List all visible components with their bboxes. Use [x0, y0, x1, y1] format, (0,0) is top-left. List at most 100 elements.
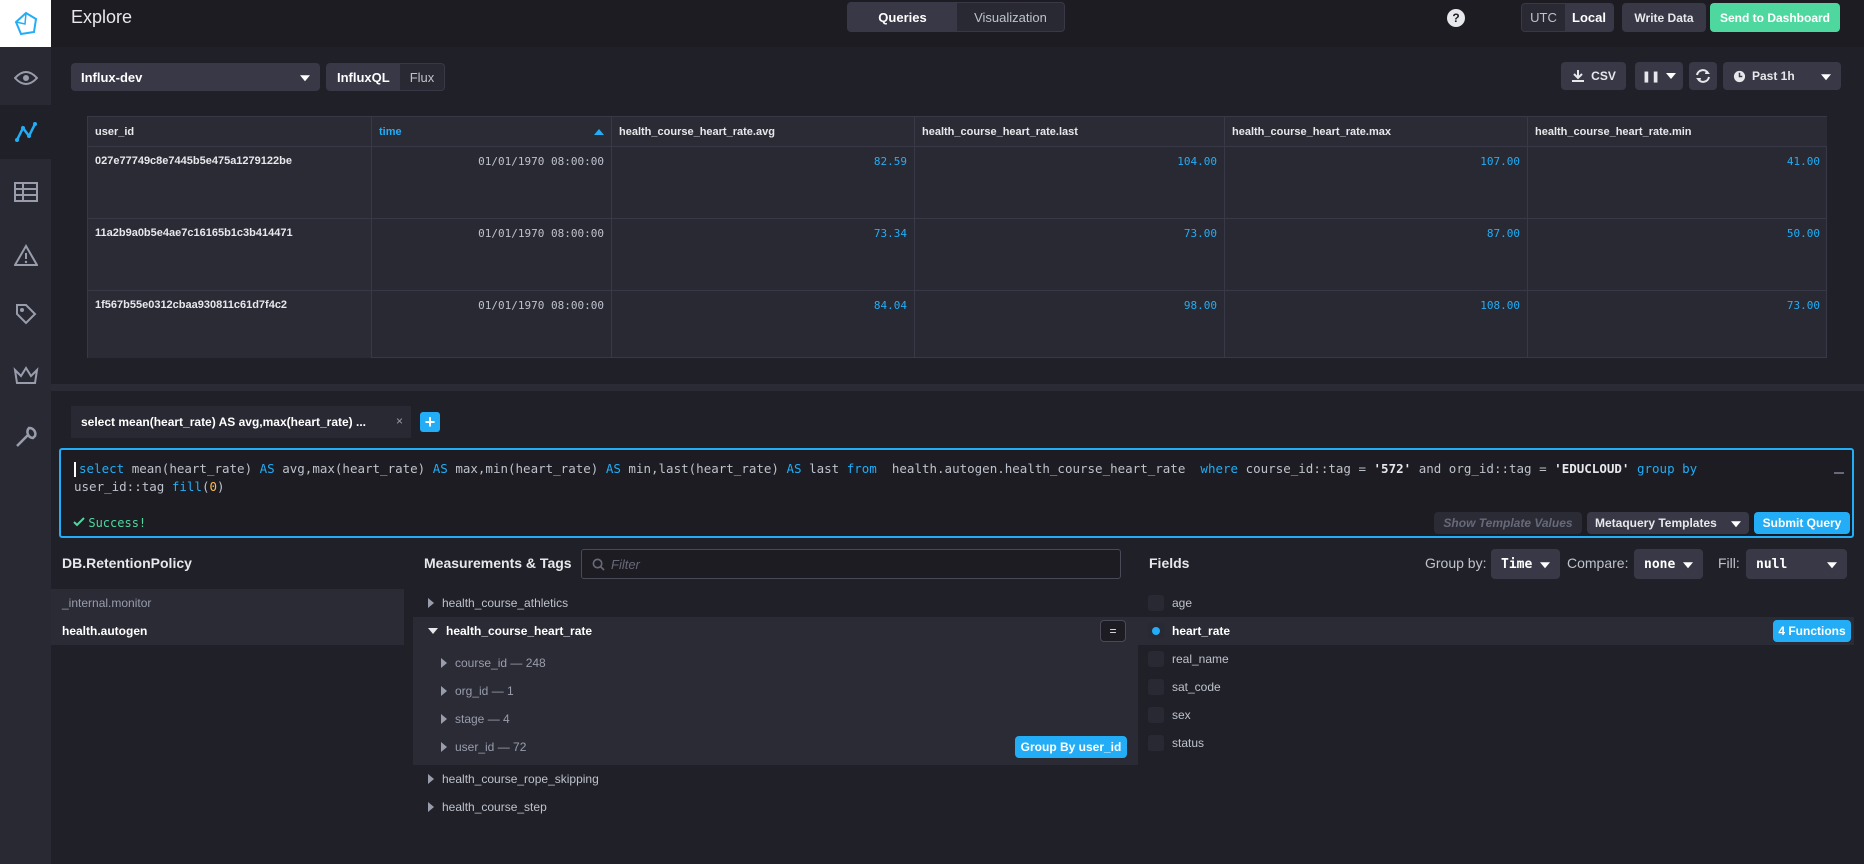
show-template-values-button[interactable]: Show Template Values — [1434, 512, 1582, 534]
checkbox-checked-icon[interactable] — [1148, 623, 1164, 639]
logo-icon[interactable] — [0, 0, 51, 47]
chevron-right-icon — [428, 802, 434, 812]
field-label: real_name — [1172, 652, 1229, 666]
query-editor[interactable]: select mean(heart_rate) AS avg,max(heart… — [59, 448, 1854, 538]
code-text: ) — [217, 479, 225, 494]
measurement-item[interactable]: health_course_athletics — [428, 589, 1138, 617]
column-header-min[interactable]: health_course_heart_rate.min — [1528, 117, 1827, 147]
metaquery-templates-select[interactable]: Metaquery Templates — [1587, 512, 1749, 534]
group-by-label: Group by: — [1425, 555, 1487, 571]
group-by-value: Time — [1501, 556, 1533, 572]
database-select[interactable]: Influx-dev — [71, 63, 320, 91]
lang-influxql[interactable]: InfluxQL — [327, 64, 400, 90]
column-header-max[interactable]: health_course_heart_rate.max — [1225, 117, 1528, 147]
measurement-label: health_course_rope_skipping — [442, 772, 599, 786]
field-item[interactable]: sex — [1148, 701, 1191, 729]
tag-key-item[interactable]: org_id — 1 — [441, 677, 514, 705]
measurements-panel-title: Measurements & Tags — [424, 555, 572, 571]
alert-icon[interactable] — [0, 228, 51, 282]
measurements-filter[interactable] — [581, 549, 1121, 579]
chevron-right-icon — [428, 774, 434, 784]
measurement-item-expanded[interactable]: health_course_heart_rate — [428, 617, 1128, 645]
page-title: Explore — [71, 7, 133, 27]
query-tab[interactable]: select mean(heart_rate) AS avg,max(heart… — [71, 406, 411, 438]
tag-key-item[interactable]: user_id — 72 — [441, 733, 526, 761]
collapse-icon[interactable] — [1834, 472, 1844, 474]
data-explorer-icon[interactable] — [0, 105, 51, 159]
table-cell-avg: 84.04 — [612, 291, 915, 358]
filter-input[interactable] — [611, 556, 1091, 572]
tz-local[interactable]: Local — [1565, 4, 1613, 31]
panel-resize-handle[interactable] — [51, 384, 1864, 391]
equals-filter-button[interactable]: = — [1100, 620, 1126, 642]
submit-query-button[interactable]: Submit Query — [1754, 512, 1850, 534]
group-by-user-id-button[interactable]: Group By user_id — [1015, 736, 1127, 758]
refresh-icon — [1696, 69, 1710, 83]
query-status-text: Success! — [88, 516, 147, 530]
tab-visualization[interactable]: Visualization — [957, 3, 1064, 31]
close-icon[interactable]: × — [396, 414, 403, 428]
field-item[interactable]: sat_code — [1148, 673, 1221, 701]
measurement-item[interactable]: health_course_rope_skipping — [428, 765, 599, 793]
fill-label: Fill: — [1718, 555, 1740, 571]
tag-key-item[interactable]: course_id — 248 — [441, 649, 546, 677]
chevron-right-icon — [428, 598, 434, 608]
help-icon[interactable]: ? — [1447, 9, 1465, 27]
field-item[interactable]: age — [1148, 589, 1192, 617]
refresh-button[interactable] — [1689, 62, 1717, 90]
field-item-selected[interactable]: heart_rate — [1148, 617, 1230, 645]
db-item-health-autogen[interactable]: health.autogen — [51, 617, 404, 645]
code-keyword: where — [1200, 461, 1239, 476]
lang-flux[interactable]: Flux — [400, 64, 445, 90]
table-cell-time: 01/01/1970 08:00:00 — [372, 219, 612, 291]
sort-asc-icon — [594, 129, 604, 135]
measurement-label: health_course_step — [442, 800, 547, 814]
tz-utc[interactable]: UTC — [1522, 4, 1565, 31]
checkbox-icon[interactable] — [1148, 707, 1164, 723]
query-text[interactable]: select mean(heart_rate) AS avg,max(heart… — [74, 460, 1794, 496]
column-header-time[interactable]: time — [372, 117, 612, 147]
add-query-button[interactable]: + — [420, 412, 440, 432]
write-data-button[interactable]: Write Data — [1622, 3, 1706, 32]
column-header-last[interactable]: health_course_heart_rate.last — [915, 117, 1225, 147]
checkbox-icon[interactable] — [1148, 735, 1164, 751]
functions-button[interactable]: 4 Functions — [1773, 620, 1851, 642]
query-status: Success! — [73, 516, 146, 530]
chevron-down-icon — [1731, 521, 1741, 528]
pause-button[interactable]: ❚❚ — [1635, 62, 1683, 90]
tags-icon[interactable] — [0, 287, 51, 341]
table-cell-time: 01/01/1970 08:00:00 — [372, 147, 612, 219]
time-range-select[interactable]: Past 1h — [1723, 62, 1841, 90]
table-cell-avg: 82.59 — [612, 147, 915, 219]
csv-button-label: CSV — [1591, 69, 1616, 83]
query-tab-label: select mean(heart_rate) AS avg,max(heart… — [81, 415, 367, 429]
dashboard-icon[interactable] — [0, 165, 51, 219]
tag-key-label: user_id — 72 — [455, 740, 527, 754]
csv-button[interactable]: CSV — [1561, 62, 1626, 90]
crown-icon[interactable] — [0, 348, 51, 402]
table-cell-last: 104.00 — [915, 147, 1225, 219]
column-header-user-id[interactable]: user_id — [88, 117, 372, 147]
code-text: mean(heart_rate) — [131, 461, 260, 476]
tag-key-item[interactable]: stage — 4 — [441, 705, 510, 733]
table-cell-max: 108.00 — [1225, 291, 1528, 358]
wrench-icon[interactable] — [0, 410, 51, 464]
db-item-internal-monitor[interactable]: _internal.monitor — [51, 589, 404, 617]
compare-select[interactable]: none — [1634, 549, 1703, 579]
checkbox-icon[interactable] — [1148, 651, 1164, 667]
send-to-dashboard-button[interactable]: Send to Dashboard — [1710, 3, 1840, 32]
measurement-label: health_course_heart_rate — [446, 624, 593, 638]
field-item[interactable]: status — [1148, 729, 1204, 757]
group-by-select[interactable]: Time — [1491, 549, 1560, 579]
chevron-down-icon — [1821, 74, 1831, 81]
eye-icon[interactable] — [0, 51, 51, 105]
pause-icon: ❚❚ — [1641, 70, 1661, 83]
tab-queries[interactable]: Queries — [848, 3, 957, 31]
field-item[interactable]: real_name — [1148, 645, 1229, 673]
measurement-item[interactable]: health_course_step — [428, 793, 547, 821]
code-text: max,min(heart_rate) — [447, 461, 606, 476]
column-header-avg[interactable]: health_course_heart_rate.avg — [612, 117, 915, 147]
checkbox-icon[interactable] — [1148, 679, 1164, 695]
fill-select[interactable]: null — [1746, 549, 1847, 579]
checkbox-icon[interactable] — [1148, 595, 1164, 611]
